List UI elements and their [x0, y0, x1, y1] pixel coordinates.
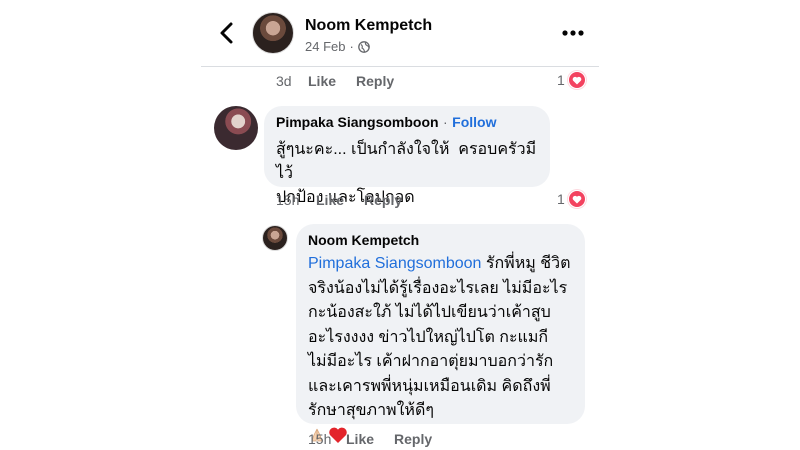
- like-button[interactable]: Like: [346, 431, 374, 447]
- reply-button[interactable]: Reply: [356, 73, 394, 89]
- header-meta: 24 Feb ·: [305, 39, 370, 54]
- back-arrow-icon[interactable]: [216, 20, 238, 46]
- reaction-count: 1: [557, 191, 565, 207]
- reply-author-avatar[interactable]: [262, 225, 288, 251]
- reply-actions: 15h Like Reply: [308, 431, 452, 447]
- reaction-summary[interactable]: 1: [557, 71, 586, 89]
- reply-button[interactable]: Reply: [394, 431, 432, 447]
- meta-separator: ·: [349, 39, 354, 54]
- mention-link[interactable]: Pimpaka Siangsomboon: [308, 255, 481, 272]
- commenter-avatar[interactable]: [214, 106, 258, 150]
- reply-bubble: Noom Kempetch Pimpaka Siangsomboon รักพี…: [296, 224, 585, 443]
- reply-body: รักพี่หมู ชีวิตจริงน้องไม่ได้รู้เรื่องอะ…: [308, 255, 571, 419]
- comment-thread-screen: Noom Kempetch 24 Feb · 3d Like Reply 1 P…: [0, 0, 800, 450]
- header-avatar[interactable]: [252, 12, 294, 54]
- follow-button[interactable]: Follow: [452, 114, 496, 130]
- reply-author-name[interactable]: Noom Kempetch: [308, 232, 573, 248]
- reaction-summary[interactable]: 1: [557, 190, 586, 208]
- love-reaction-icon: [567, 71, 586, 89]
- header-author-name[interactable]: Noom Kempetch: [305, 17, 432, 35]
- prev-comment-actions: 3d Like Reply: [276, 73, 414, 89]
- reply-button[interactable]: Reply: [364, 192, 402, 208]
- timestamp[interactable]: 3d: [276, 73, 308, 89]
- comment-bubble: Pimpaka Siangsomboon · Follow สู้ๆนะคะ..…: [264, 106, 550, 206]
- timestamp[interactable]: 15h: [308, 431, 346, 447]
- header-divider: [201, 66, 599, 67]
- comment-actions: 15h Like Reply: [276, 192, 422, 208]
- follow-separator: ·: [443, 114, 448, 130]
- timestamp[interactable]: 15h: [276, 192, 316, 208]
- love-reaction-icon: [567, 190, 586, 208]
- reply-text: Pimpaka Siangsomboon รักพี่หมู ชีวิตจริง…: [308, 252, 573, 424]
- comment-header: Pimpaka Siangsomboon · Follow: [276, 114, 538, 132]
- more-options-icon[interactable]: [561, 24, 585, 42]
- like-button[interactable]: Like: [316, 192, 344, 208]
- like-button[interactable]: Like: [308, 73, 336, 89]
- comment-author-name[interactable]: Pimpaka Siangsomboon: [276, 114, 439, 130]
- reaction-count: 1: [557, 72, 565, 88]
- header-date[interactable]: 24 Feb: [305, 39, 345, 54]
- globe-icon: [357, 40, 370, 53]
